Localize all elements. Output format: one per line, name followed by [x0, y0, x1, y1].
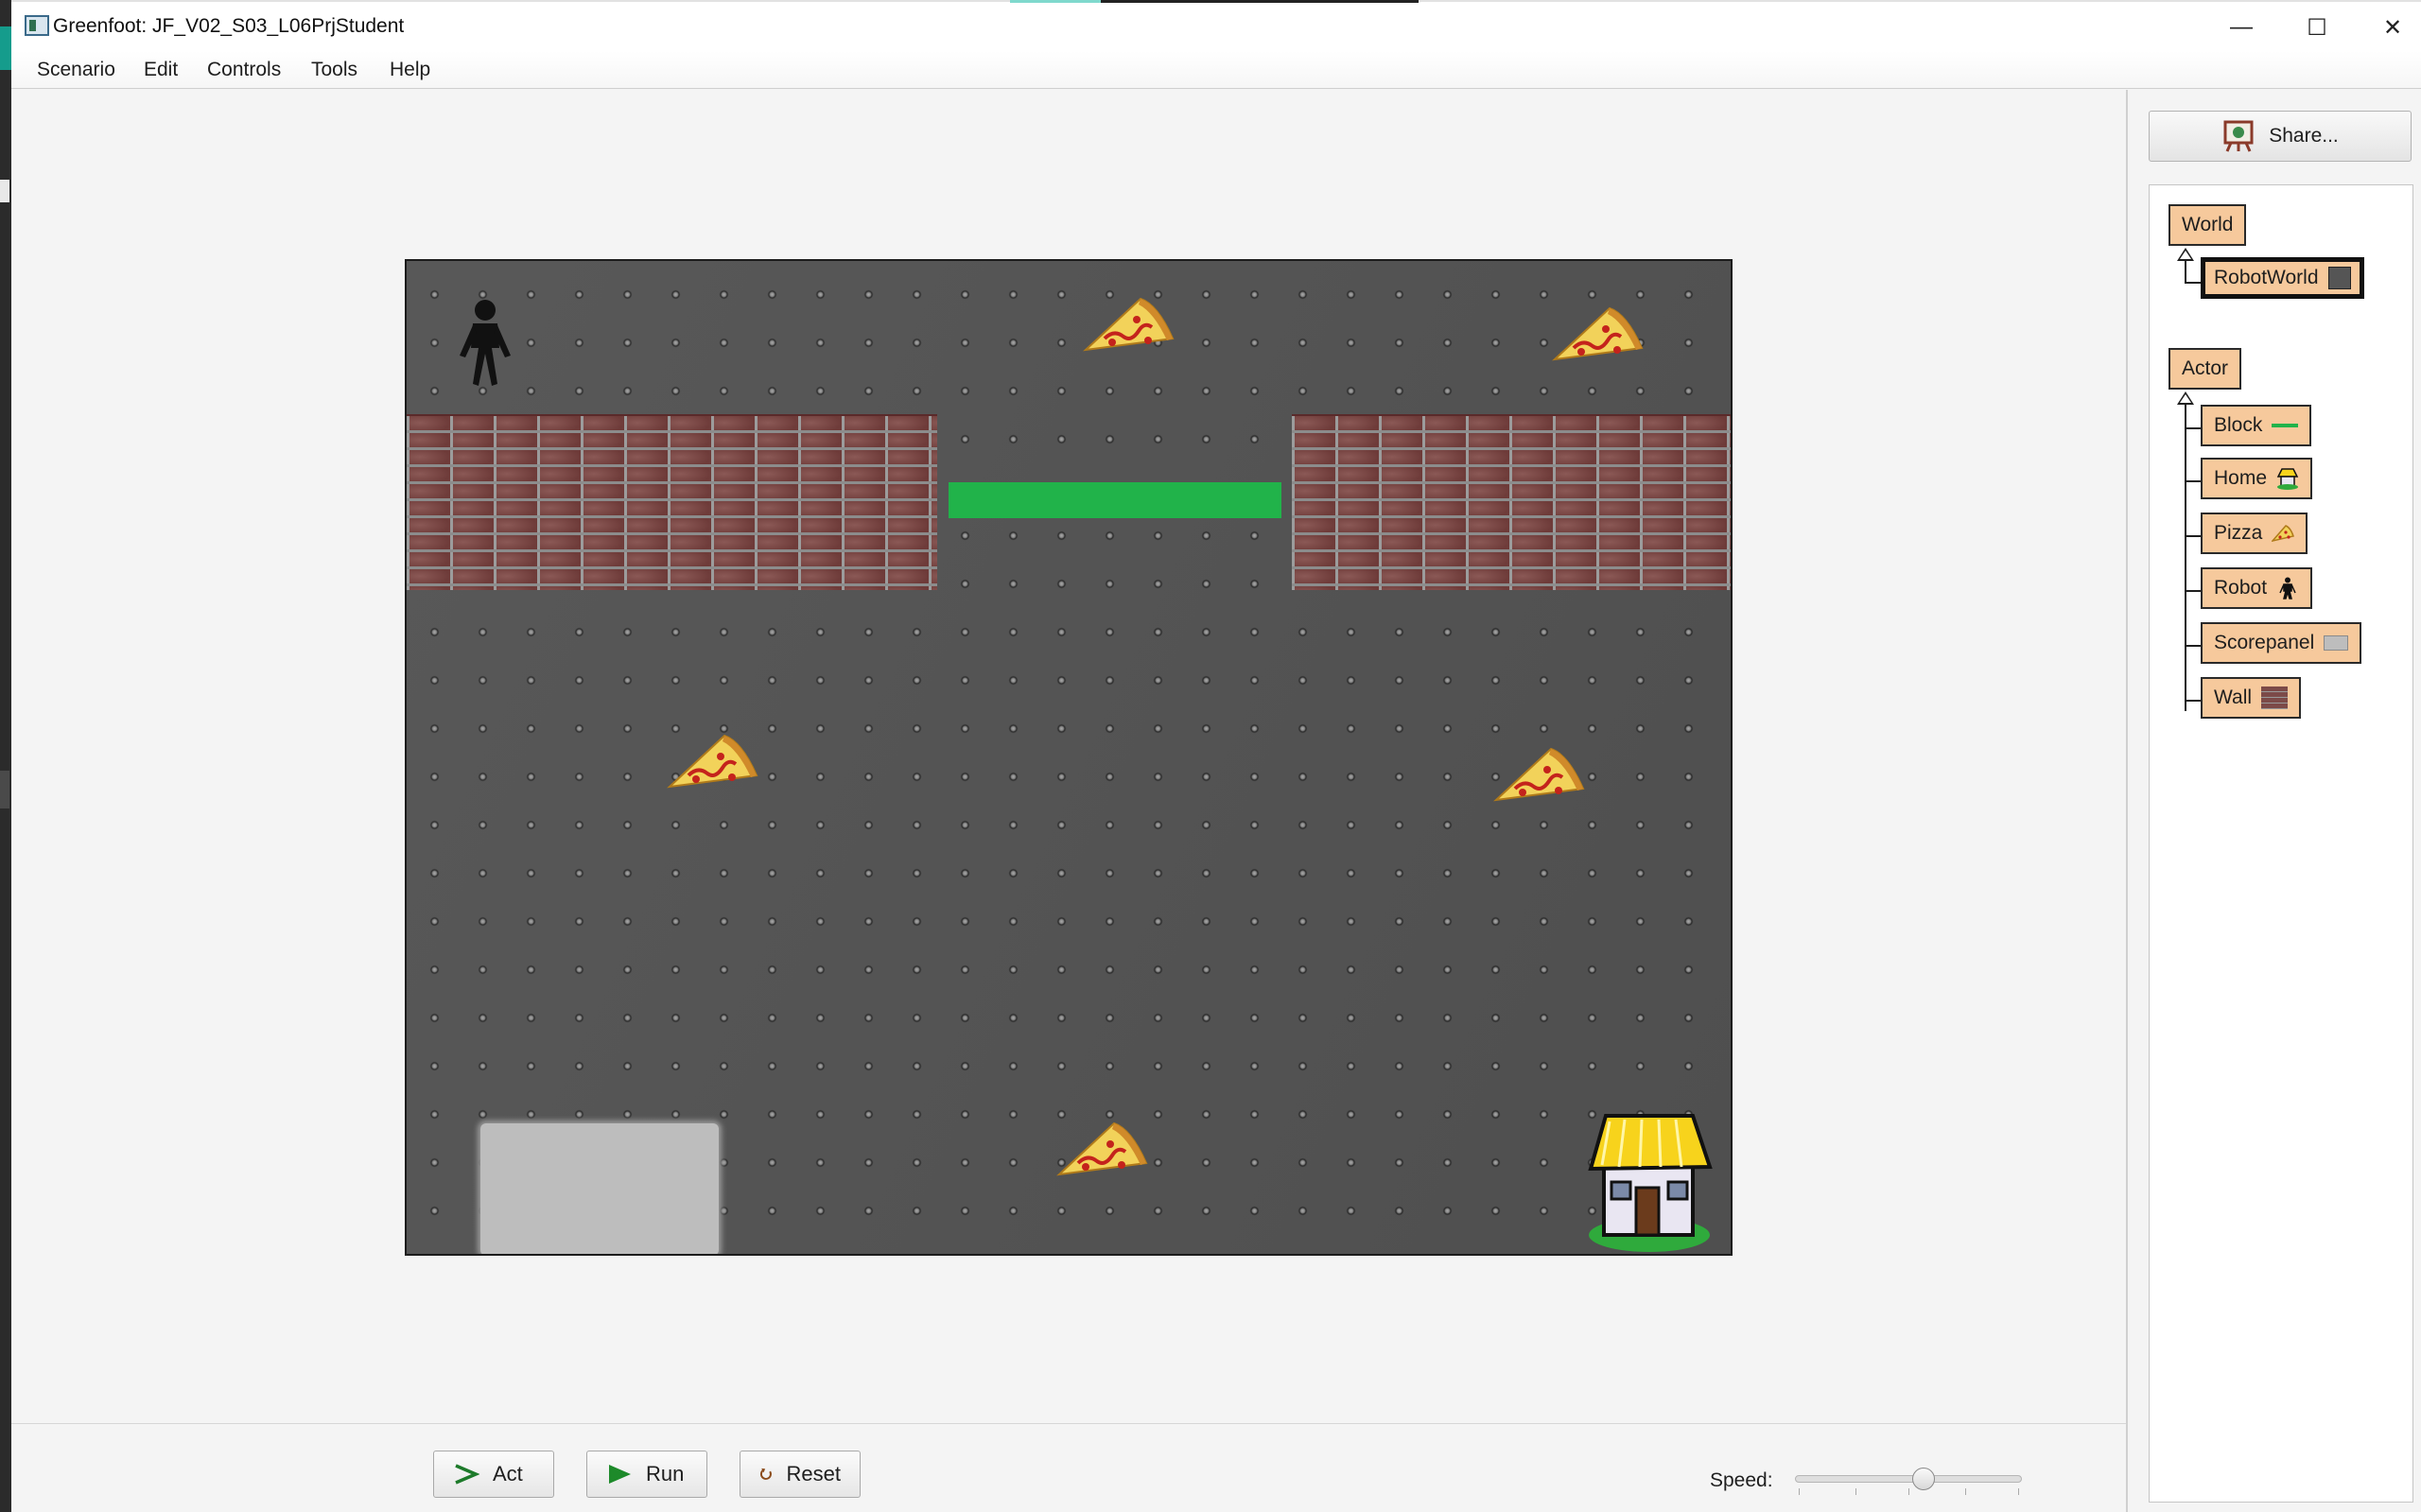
class-scorepanel[interactable]: Scorepanel: [2201, 622, 2362, 664]
world-area: [11, 90, 2126, 1423]
pizza-actor[interactable]: [1551, 303, 1646, 369]
speed-slider[interactable]: [1795, 1475, 2022, 1483]
brick-icon: [2261, 686, 2289, 709]
class-robot-label: Robot: [2214, 577, 2268, 599]
run-button[interactable]: Run: [586, 1451, 707, 1498]
class-robotworld[interactable]: RobotWorld: [2201, 257, 2364, 299]
menu-edit[interactable]: Edit: [144, 59, 178, 81]
gray-panel-icon: [2324, 635, 2349, 651]
desktop-edge: [0, 0, 11, 1512]
pizza-actor[interactable]: [1055, 1118, 1150, 1184]
act-button[interactable]: Act: [433, 1451, 554, 1498]
class-robot[interactable]: Robot: [2201, 567, 2313, 609]
class-block-label: Block: [2214, 414, 2263, 436]
class-world[interactable]: World: [2168, 204, 2247, 246]
robot-actor[interactable]: [454, 299, 516, 388]
scorepanel-actor[interactable]: [480, 1123, 719, 1254]
class-block[interactable]: Block: [2201, 405, 2312, 446]
maximize-button[interactable]: ☐: [2279, 8, 2355, 47]
class-home-label: Home: [2214, 467, 2268, 489]
world-thumbnail-icon: [2327, 267, 2351, 289]
class-wall-label: Wall: [2214, 686, 2253, 708]
class-home[interactable]: Home: [2201, 458, 2313, 499]
title-bar: Greenfoot: JF_V02_S03_L06PrjStudent — ☐ …: [11, 0, 2421, 51]
close-button[interactable]: ✕: [2355, 8, 2421, 47]
house-icon: [2276, 468, 2299, 490]
speed-slider-thumb[interactable]: [1912, 1468, 1935, 1490]
share-label: Share...: [2269, 125, 2339, 147]
reset-button[interactable]: Reset: [740, 1451, 861, 1498]
class-browser: Share... World RobotWorld Actor Block Ho…: [2128, 90, 2421, 1512]
speed-label: Speed:: [1710, 1469, 1773, 1491]
minimize-button[interactable]: —: [2203, 8, 2279, 47]
wall-right[interactable]: [1292, 414, 1731, 590]
execution-controls: Act Run Reset Speed:: [11, 1423, 2126, 1512]
menu-tools[interactable]: Tools: [311, 59, 357, 81]
class-scorepanel-label: Scorepanel: [2214, 632, 2315, 653]
stick-figure-icon: [2279, 577, 2296, 600]
window-title: Greenfoot: JF_V02_S03_L06PrjStudent: [53, 15, 405, 37]
reset-icon: [759, 1468, 772, 1480]
run-label: Run: [646, 1462, 685, 1486]
class-actor[interactable]: Actor: [2168, 348, 2242, 390]
share-easel-icon: [2223, 120, 2254, 152]
menu-scenario[interactable]: Scenario: [37, 59, 115, 81]
class-wall[interactable]: Wall: [2201, 677, 2302, 719]
home-actor[interactable]: [1587, 1112, 1719, 1254]
class-pizza-label: Pizza: [2214, 522, 2263, 544]
class-diagram: World RobotWorld Actor Block Home Pizza …: [2149, 184, 2413, 1503]
greenfoot-window: Greenfoot: JF_V02_S03_L06PrjStudent — ☐ …: [11, 0, 2421, 1512]
pizza-actor[interactable]: [1082, 293, 1176, 359]
pizza-icon: [2272, 525, 2295, 542]
class-robotworld-label: RobotWorld: [2214, 267, 2319, 288]
reset-label: Reset: [786, 1462, 841, 1486]
class-pizza[interactable]: Pizza: [2201, 513, 2308, 554]
run-play-icon: [609, 1465, 631, 1484]
menu-controls[interactable]: Controls: [207, 59, 281, 81]
pizza-actor[interactable]: [666, 730, 760, 796]
green-line-icon: [2272, 424, 2299, 427]
wall-left[interactable]: [407, 414, 937, 590]
menu-help[interactable]: Help: [390, 59, 430, 81]
act-label: Act: [493, 1462, 523, 1486]
menu-bar: Scenario Edit Controls Tools Help: [11, 51, 2421, 89]
green-block[interactable]: [949, 482, 1281, 518]
act-arrow-icon: [455, 1464, 479, 1485]
greenfoot-app-icon: [25, 15, 49, 36]
robot-world[interactable]: [405, 259, 1733, 1256]
share-button[interactable]: Share...: [2149, 111, 2412, 162]
pizza-actor[interactable]: [1492, 743, 1587, 809]
